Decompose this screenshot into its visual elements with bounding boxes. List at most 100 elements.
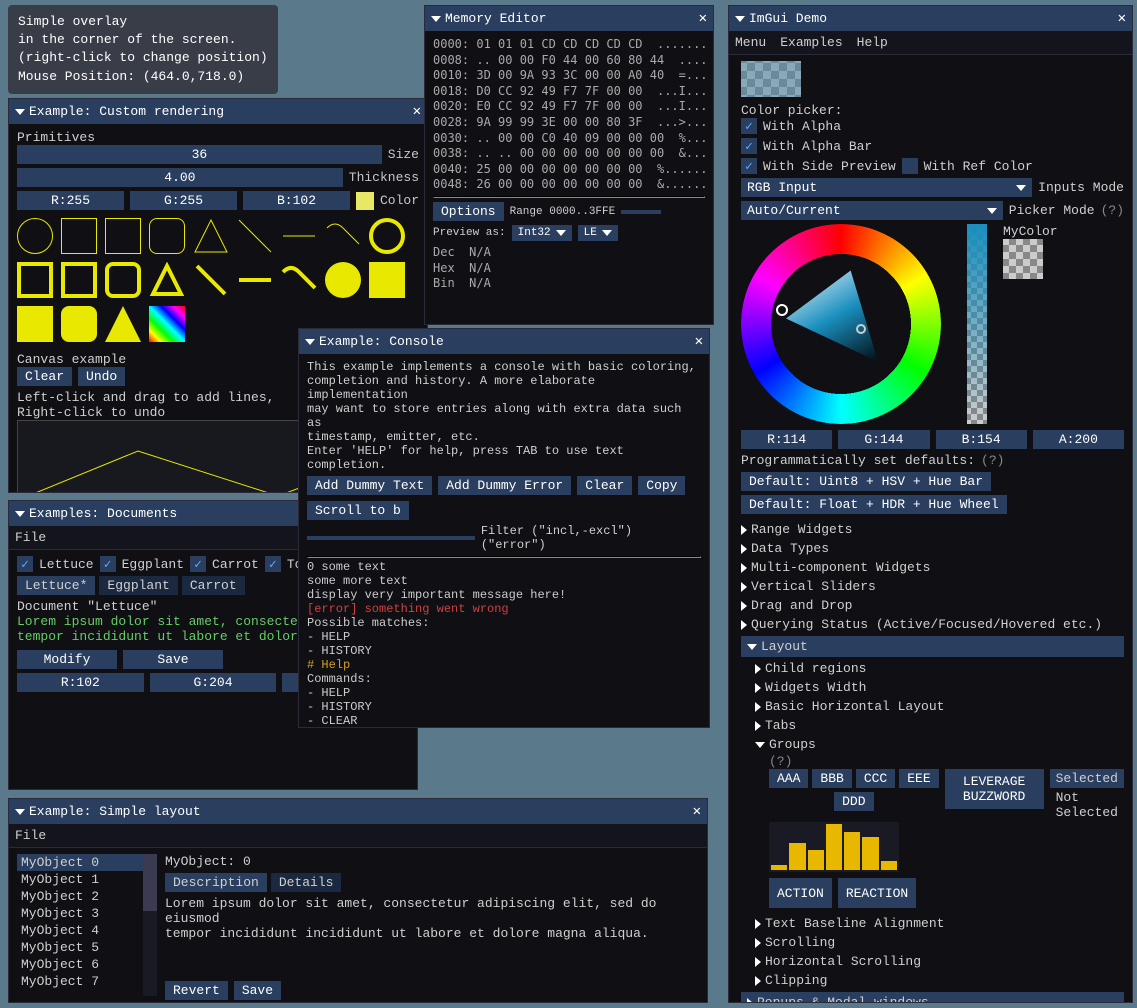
collapse-icon[interactable]: [15, 809, 25, 815]
eee-button[interactable]: EEE: [899, 769, 938, 788]
tree-node[interactable]: Data Types: [741, 539, 1124, 558]
tab-carrot[interactable]: Carrot: [182, 576, 245, 595]
list-item[interactable]: MyObject 0: [17, 854, 143, 871]
menu-file[interactable]: File: [15, 530, 46, 545]
hex-row[interactable]: 0030: .. 00 00 C0 40 09 00 00 00 %...@..…: [433, 131, 705, 147]
close-icon[interactable]: ✕: [695, 333, 703, 350]
collapse-icon[interactable]: [15, 109, 25, 115]
thickness-input[interactable]: 4.00: [17, 168, 343, 187]
list-item[interactable]: MyObject 6: [17, 956, 143, 973]
not-selected-item[interactable]: Not Selected: [1050, 788, 1124, 822]
list-item[interactable]: MyObject 4: [17, 922, 143, 939]
cb-with-alpha[interactable]: ✓: [741, 118, 757, 134]
leverage-button[interactable]: LEVERAGE BUZZWORD: [945, 769, 1044, 809]
hex-dump[interactable]: 0000: 01 01 01 CD CD CD CD CD ........00…: [433, 37, 705, 192]
titlebar[interactable]: ImGui Demo ✕: [729, 6, 1132, 31]
tab-eggplant[interactable]: Eggplant: [99, 576, 177, 595]
collapse-icon[interactable]: [305, 339, 315, 345]
clear-button[interactable]: Clear: [577, 476, 632, 495]
aaa-button[interactable]: AAA: [769, 769, 808, 788]
scrollbar[interactable]: [143, 854, 157, 996]
titlebar[interactable]: Example: Custom rendering ✕: [9, 99, 427, 124]
tree-node[interactable]: Widgets Width: [755, 678, 1124, 697]
tree-node[interactable]: Vertical Sliders: [741, 577, 1124, 596]
menu-item[interactable]: Examples: [780, 35, 842, 50]
tree-node[interactable]: Range Widgets: [741, 520, 1124, 539]
menu-item[interactable]: Menu: [735, 35, 766, 50]
ddd-button[interactable]: DDD: [834, 792, 873, 811]
console-window[interactable]: Example: Console ✕ This example implemen…: [298, 328, 710, 728]
tree-node[interactable]: Horizontal Scrolling: [755, 952, 1124, 971]
tree-node[interactable]: Text Baseline Alignment: [755, 914, 1124, 933]
clear-button[interactable]: Clear: [17, 367, 72, 386]
range-input[interactable]: [621, 210, 661, 214]
list-item[interactable]: MyObject 3: [17, 905, 143, 922]
tab-description[interactable]: Description: [165, 873, 267, 892]
mycolor-swatch[interactable]: [1003, 239, 1043, 279]
hex-row[interactable]: 0010: 3D 00 9A 93 3C 00 00 A0 40 =...<..…: [433, 68, 705, 84]
hex-row[interactable]: 0048: 26 00 00 00 00 00 00 00 &.......: [433, 177, 705, 192]
default1-button[interactable]: Default: Uint8 + HSV + Hue Bar: [741, 472, 991, 491]
undo-button[interactable]: Undo: [78, 367, 125, 386]
add-dummy-error-button[interactable]: Add Dummy Error: [438, 476, 571, 495]
alpha-slider[interactable]: [967, 224, 987, 424]
list-item[interactable]: MyObject 7: [17, 973, 143, 990]
doc-color-g[interactable]: G:204: [150, 673, 277, 692]
popups-header[interactable]: Popups & Modal windows: [741, 992, 1124, 1002]
color-g[interactable]: G:255: [130, 191, 237, 210]
close-icon[interactable]: ✕: [699, 10, 707, 27]
picker-b[interactable]: B:154: [936, 430, 1027, 449]
options-button[interactable]: Options: [433, 202, 504, 221]
tree-node[interactable]: Drag and Drop: [741, 596, 1124, 615]
selected-item[interactable]: Selected: [1050, 769, 1124, 788]
tree-node[interactable]: Basic Horizontal Layout: [755, 697, 1124, 716]
console-log[interactable]: 0 some textsome more textdisplay very im…: [307, 560, 701, 727]
sidebar-list[interactable]: MyObject 0MyObject 1MyObject 2MyObject 3…: [17, 854, 157, 996]
checkbox-eggplant[interactable]: ✓: [100, 556, 116, 572]
tree-node[interactable]: Child regions: [755, 659, 1124, 678]
add-dummy-text-button[interactable]: Add Dummy Text: [307, 476, 432, 495]
inputs-mode-combo[interactable]: RGB Input: [741, 178, 1032, 197]
titlebar[interactable]: Example: Simple layout ✕: [9, 799, 707, 824]
layout-header[interactable]: Layout: [741, 636, 1124, 657]
cb-with-alpha-bar[interactable]: ✓: [741, 138, 757, 154]
doc-color-r[interactable]: R:102: [17, 673, 144, 692]
simple-layout-window[interactable]: Example: Simple layout ✕ File MyObject 0…: [8, 798, 708, 1003]
checkbox-carrot[interactable]: ✓: [190, 556, 206, 572]
tab-lettuce[interactable]: Lettuce*: [17, 576, 95, 595]
hex-row[interactable]: 0008: .. 00 00 F0 44 00 60 80 44 ....D.`…: [433, 53, 705, 69]
cb-with-side-preview[interactable]: ✓: [741, 158, 757, 174]
tree-node[interactable]: Clipping: [755, 971, 1124, 990]
default2-button[interactable]: Default: Float + HDR + Hue Wheel: [741, 495, 1007, 514]
collapse-icon[interactable]: [15, 511, 25, 517]
tree-node[interactable]: Querying Status (Active/Focused/Hovered …: [741, 615, 1124, 634]
scroll-bottom-button[interactable]: Scroll to b: [307, 501, 409, 520]
tree-node[interactable]: Tabs: [755, 716, 1124, 735]
endian-combo[interactable]: LE: [578, 225, 618, 241]
action-button[interactable]: ACTION: [769, 878, 832, 908]
list-item[interactable]: MyObject 5: [17, 939, 143, 956]
bbb-button[interactable]: BBB: [812, 769, 851, 788]
imgui-demo-window[interactable]: ImGui Demo ✕ Menu Examples Help Color pi…: [728, 5, 1133, 1003]
filter-input[interactable]: [307, 536, 475, 540]
titlebar[interactable]: Memory Editor ✕: [425, 6, 713, 31]
copy-button[interactable]: Copy: [638, 476, 685, 495]
picker-r[interactable]: R:114: [741, 430, 832, 449]
modify-button[interactable]: Modify: [17, 650, 117, 669]
tree-node[interactable]: Scrolling: [755, 933, 1124, 952]
color-b[interactable]: B:102: [243, 191, 350, 210]
preview-type-combo[interactable]: Int32: [512, 225, 572, 241]
cb-with-ref-color[interactable]: [902, 158, 918, 174]
tab-details[interactable]: Details: [271, 873, 342, 892]
hex-row[interactable]: 0038: .. .. 00 00 00 00 00 00 00 &......…: [433, 146, 705, 162]
save-button[interactable]: Save: [234, 981, 281, 1000]
hue-cursor[interactable]: [776, 304, 788, 316]
memory-editor-window[interactable]: Memory Editor ✕ 0000: 01 01 01 CD CD CD …: [424, 5, 714, 325]
menu-item[interactable]: Help: [857, 35, 888, 50]
hex-row[interactable]: 0028: 9A 99 99 3E 00 00 80 3F ...>...?: [433, 115, 705, 131]
hex-row[interactable]: 0020: E0 CC 92 49 F7 7F 00 00 ...I....: [433, 99, 705, 115]
revert-button[interactable]: Revert: [165, 981, 228, 1000]
checkbox-lettuce[interactable]: ✓: [17, 556, 33, 572]
size-input[interactable]: 36: [17, 145, 382, 164]
hex-row[interactable]: 0040: 25 00 00 00 00 00 00 00 %.......: [433, 162, 705, 178]
